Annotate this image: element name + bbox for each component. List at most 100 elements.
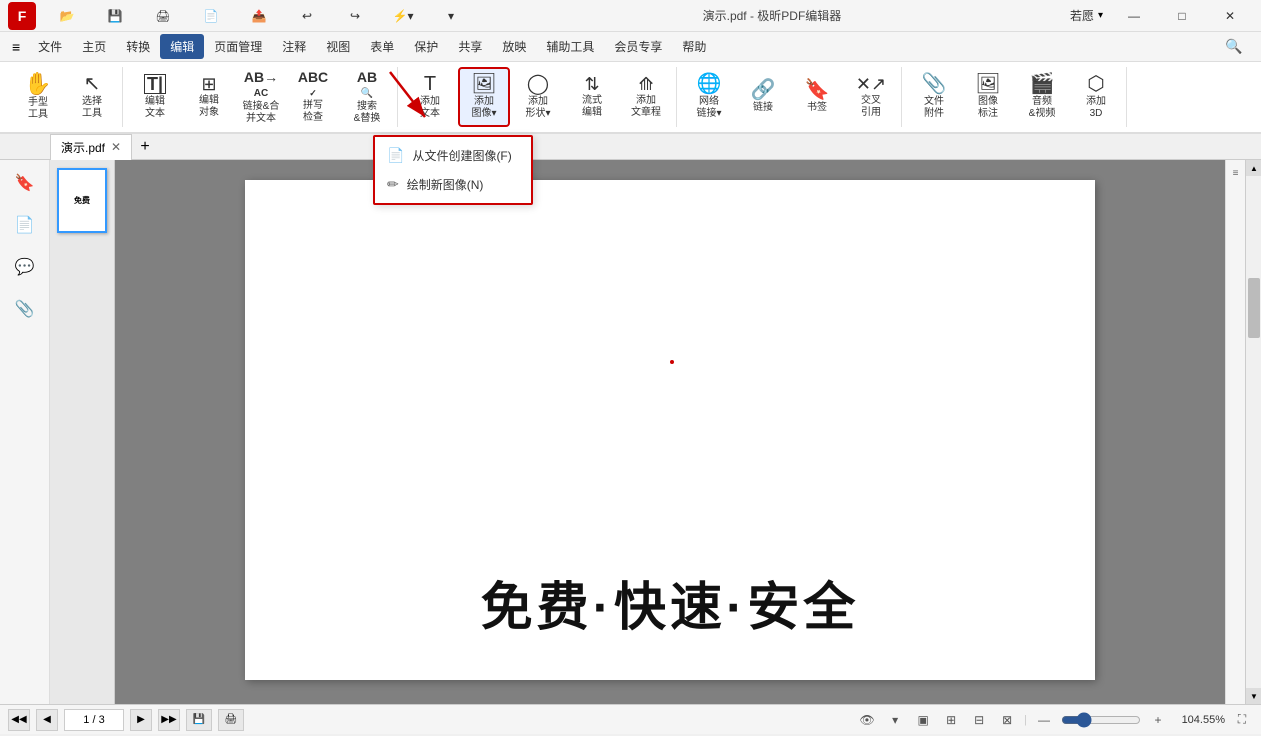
draw-new-image-item[interactable]: ✏ 绘制新图像(N) (375, 170, 531, 199)
menu-help[interactable]: 帮助 (672, 34, 716, 59)
add-shape-button[interactable]: ◯ 添加形状▾ (512, 67, 564, 127)
select-tool-button[interactable]: ↖ 选择 工具 (66, 67, 118, 127)
add-3d-button[interactable]: ⬡ 添加3D (1070, 67, 1122, 127)
zoom-value-label: 104.55% (1175, 714, 1225, 726)
status-bar: ◀◀ ◀ ▶ ▶▶ 💾 🖨 👁 ▾ ▣ ⊞ ⊟ ⊠ | — + 104.55% … (0, 704, 1261, 734)
dropdown-icon[interactable]: ▾ (1098, 10, 1103, 21)
link-combine-icon: AB→AC (244, 70, 278, 99)
thumbnail-page-1[interactable]: 免费 (57, 168, 107, 233)
edit-object-button[interactable]: ⊞ 编辑对象 (183, 67, 235, 127)
more-button[interactable]: ▾ (428, 0, 474, 32)
next-page-button[interactable]: ▶ (130, 709, 152, 731)
hand-tool-button[interactable]: ✋ 手型 工具 (12, 67, 64, 127)
share-button[interactable]: 📤 (236, 0, 282, 32)
toolbar-group-link: 🌐 网络链接▾ 🔗 链接 🔖 书签 ✕↗ 交叉引用 (679, 67, 902, 127)
scroll-view-button[interactable]: ⊟ (968, 709, 990, 731)
audio-video-button[interactable]: 🎬 音频&视频 (1016, 67, 1068, 127)
fullscreen-button[interactable]: ⛶ (1231, 709, 1253, 731)
commands-button[interactable]: ⚡▾ (380, 0, 426, 32)
edit-text-button[interactable]: T| 编辑文本 (129, 67, 181, 127)
link-combine-button[interactable]: AB→AC 链接&合并文本 (237, 67, 285, 127)
menu-present[interactable]: 放映 (492, 34, 536, 59)
zoom-slider[interactable] (1061, 712, 1141, 728)
flow-edit-button[interactable]: ⇅ 流式编辑 (566, 67, 618, 127)
edit-object-label: 编辑对象 (199, 95, 219, 119)
fit-page-button[interactable]: ⊠ (996, 709, 1018, 731)
add-image-button[interactable]: 🖼 添加图像▾ (458, 67, 510, 127)
minimize-button[interactable]: — (1111, 0, 1157, 32)
create-from-file-item[interactable]: 📄 从文件创建图像(F) (375, 141, 531, 170)
bookmark-label: 书签 (807, 102, 827, 114)
menu-vip[interactable]: 会员专享 (604, 34, 672, 59)
open-button[interactable]: 📂 (44, 0, 90, 32)
scroll-thumb[interactable] (1248, 278, 1260, 338)
scroll-track[interactable] (1246, 176, 1261, 688)
bookmark-button[interactable]: 🔖 书签 (791, 67, 843, 127)
add-passage-icon: ⟰ (638, 75, 653, 93)
spell-check-button[interactable]: ABC✓ 拼写检查 (287, 67, 339, 127)
panel-bookmark-icon[interactable]: 🔖 (10, 168, 40, 198)
add-text-button[interactable]: T 添加文本 (404, 67, 456, 127)
close-button[interactable]: ✕ (1207, 0, 1253, 32)
toolbar-group-insert: 📎 文件附件 🖼 图像标注 🎬 音频&视频 ⬡ 添加3D (904, 67, 1127, 127)
link-combine-label: 链接&合并文本 (243, 101, 280, 125)
right-panel-properties-icon[interactable]: ≡ (1227, 164, 1245, 182)
divider: | (1024, 714, 1027, 726)
menu-protect[interactable]: 保护 (404, 34, 448, 59)
menu-edit[interactable]: 编辑 (160, 34, 204, 59)
maximize-button[interactable]: □ (1159, 0, 1205, 32)
redo-button[interactable]: ↪ (332, 0, 378, 32)
left-panel: 🔖 📄 💬 📎 (0, 160, 50, 704)
undo-button[interactable]: ↩ (284, 0, 330, 32)
bookmark-icon: 🔖 (805, 80, 830, 100)
zoom-out-button[interactable]: — (1033, 709, 1055, 731)
print-nav-button[interactable]: 🖨 (218, 709, 244, 731)
add-passage-label: 添加文章程 (631, 95, 661, 119)
menu-tools[interactable]: 辅助工具 (536, 34, 604, 59)
tab-close-button[interactable]: ✕ (111, 140, 121, 154)
draw-new-label: 绘制新图像(N) (407, 176, 484, 193)
panel-comment-icon[interactable]: 💬 (10, 252, 40, 282)
menu-annotate[interactable]: 注释 (272, 34, 316, 59)
prev-page-button[interactable]: ◀ (36, 709, 58, 731)
tab-document[interactable]: 演示.pdf ✕ (50, 134, 132, 160)
menu-form[interactable]: 表单 (360, 34, 404, 59)
last-page-button[interactable]: ▶▶ (158, 709, 180, 731)
menu-convert[interactable]: 转换 (116, 34, 160, 59)
status-right: 👁 ▾ ▣ ⊞ ⊟ ⊠ | — + 104.55% ⛶ (856, 709, 1253, 731)
double-page-button[interactable]: ⊞ (940, 709, 962, 731)
search-button[interactable]: 🔍 (1211, 31, 1257, 63)
first-page-button[interactable]: ◀◀ (8, 709, 30, 731)
scroll-down-button[interactable]: ▼ (1246, 688, 1261, 704)
panel-attachment-icon[interactable]: 📎 (10, 294, 40, 324)
pdf-page-content: 免费·快速·安全 (481, 565, 860, 640)
view-toggle-button[interactable]: ▾ (884, 709, 906, 731)
save-nav-button[interactable]: 💾 (186, 709, 212, 731)
page-input[interactable] (64, 709, 124, 731)
cursor-icon: ↖ (84, 74, 101, 94)
cross-ref-button[interactable]: ✕↗ 交叉引用 (845, 67, 897, 127)
web-link-button[interactable]: 🌐 网络链接▾ (683, 67, 735, 127)
zoom-in-button[interactable]: + (1147, 709, 1169, 731)
view-mode-button[interactable]: 👁 (856, 709, 878, 731)
file-attach-button[interactable]: 📎 文件附件 (908, 67, 960, 127)
panel-pages-icon[interactable]: 📄 (10, 210, 40, 240)
menu-share[interactable]: 共享 (448, 34, 492, 59)
single-page-button[interactable]: ▣ (912, 709, 934, 731)
link-button[interactable]: 🔗 链接 (737, 67, 789, 127)
menu-file[interactable]: 文件 (28, 34, 72, 59)
hamburger-menu[interactable]: ≡ (4, 35, 28, 59)
menu-view[interactable]: 视图 (316, 34, 360, 59)
search-replace-button[interactable]: AB🔍 搜索&替换 (341, 67, 393, 127)
print-button[interactable]: 🖨 (140, 0, 186, 32)
menu-home[interactable]: 主页 (72, 34, 116, 59)
scroll-up-button[interactable]: ▲ (1246, 160, 1261, 176)
new-tab-button[interactable]: + (132, 134, 158, 160)
vertical-scrollbar[interactable]: ▲ ▼ (1245, 160, 1261, 704)
save-button[interactable]: 💾 (92, 0, 138, 32)
document-area: 🔖 📄 💬 📎 免费 ▶ 免费·快速·安全 ≡ ▲ ▼ (0, 160, 1261, 704)
image-mark-button[interactable]: 🖼 图像标注 (962, 67, 1014, 127)
menu-page[interactable]: 页面管理 (204, 34, 272, 59)
new-button[interactable]: 📄 (188, 0, 234, 32)
add-passage-button[interactable]: ⟰ 添加文章程 (620, 67, 672, 127)
